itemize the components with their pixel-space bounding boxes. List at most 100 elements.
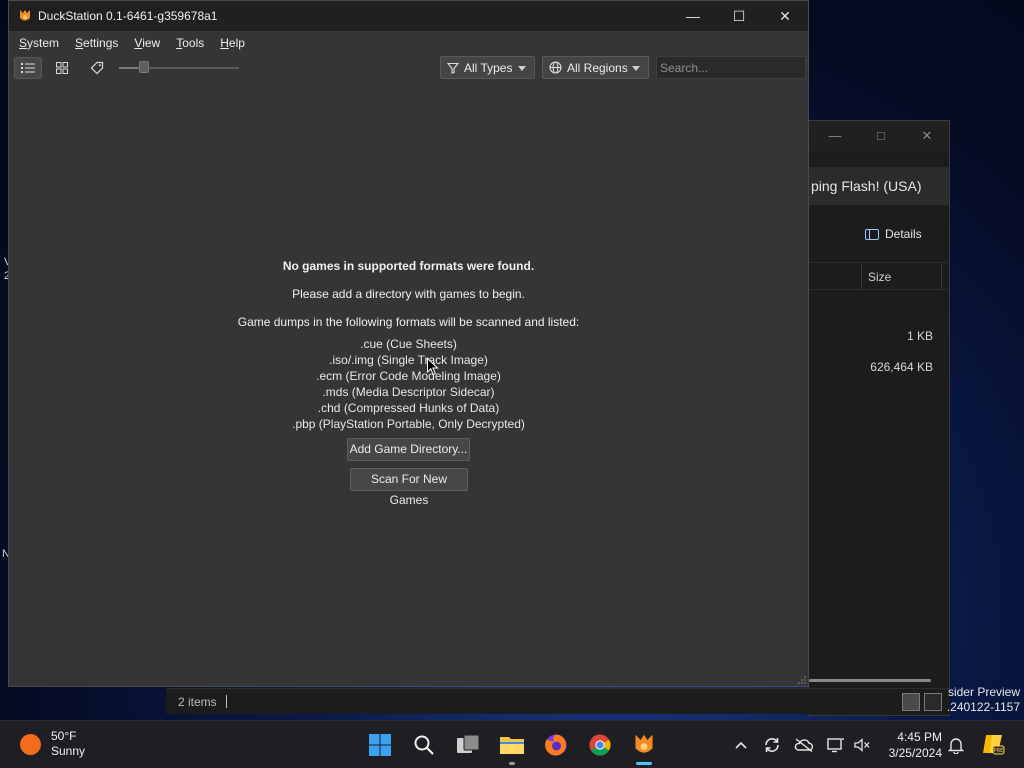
menu-settings[interactable]: Settings — [67, 36, 126, 50]
explorer-address-bar[interactable]: ping Flash! (USA) — [809, 167, 949, 205]
maximize-icon[interactable]: □ — [871, 127, 891, 145]
close-icon[interactable]: ✕ — [762, 1, 808, 31]
volume-tray-icon[interactable] — [852, 735, 872, 755]
details-view-icon[interactable] — [902, 693, 920, 711]
game-list-toolbar: All Types All Regions — [9, 55, 808, 83]
file-explorer-window: — □ ✕ ping Flash! (USA) Details Size 1 K… — [808, 120, 950, 716]
menu-bar: System Settings View Tools Help — [9, 31, 808, 55]
zoom-slider-handle[interactable] — [139, 61, 150, 73]
menu-help-mnemonic: H — [220, 36, 229, 50]
details-pane-icon — [865, 228, 879, 240]
resize-grip-icon[interactable] — [797, 675, 807, 685]
empty-state-heading: No games in supported formats were found… — [282, 259, 535, 273]
details-label: Details — [885, 227, 922, 241]
chevron-down-icon — [518, 66, 526, 71]
window-title: DuckStation 0.1-6461-g359678a1 — [38, 9, 218, 23]
game-list-empty-state: No games in supported formats were found… — [9, 83, 808, 686]
supported-formats-list: .cue (Cue Sheets) .iso/.img (Single Trac… — [9, 336, 808, 432]
type-filter-value: All Types — [464, 60, 513, 75]
empty-state-formats-intro: Game dumps in the following formats will… — [237, 315, 580, 329]
menu-tools[interactable]: Tools — [168, 36, 212, 50]
insider-watermark: sider Preview .240122-1157 — [947, 685, 1020, 715]
copilot-icon: PRE — [983, 735, 1005, 755]
scan-new-games-button[interactable]: Scan For New Games — [350, 468, 468, 507]
filter-icon — [447, 62, 459, 74]
file-explorer-taskbar-button[interactable] — [496, 729, 528, 765]
format-item: .pbp (PlayStation Portable, Only Decrypt… — [292, 417, 525, 431]
format-item: .ecm (Error Code Modeling Image) — [316, 369, 501, 383]
menu-tools-rest: ools — [182, 36, 205, 50]
speaker-muted-icon — [854, 738, 870, 752]
menu-view[interactable]: View — [126, 36, 168, 50]
column-header-row: Size — [809, 264, 949, 290]
list-view-icon — [21, 63, 35, 73]
clock-date: 3/25/2024 — [888, 746, 942, 760]
minimize-icon[interactable]: — — [670, 1, 716, 31]
menu-system-mnemonic: S — [19, 36, 28, 50]
file-size-cell: 1 KB — [906, 329, 933, 343]
bell-icon — [948, 738, 964, 754]
duckstation-titlebar[interactable]: DuckStation 0.1-6461-g359678a1 — ☐ ✕ — [9, 1, 808, 31]
sync-icon — [765, 738, 779, 752]
zoom-slider-fill — [119, 67, 140, 69]
column-header-size[interactable]: Size — [861, 264, 941, 290]
add-game-directory-button[interactable]: Add Game Directory... — [347, 438, 470, 461]
menu-view-rest: iew — [142, 36, 161, 50]
start-button[interactable] — [364, 729, 396, 761]
format-item: .mds (Media Descriptor Sidecar) — [322, 385, 495, 399]
chrome-icon — [589, 734, 611, 756]
weather-widget[interactable]: 50°F Sunny — [20, 729, 85, 759]
clock-time: 4:45 PM — [897, 730, 942, 744]
sync-tray-icon[interactable] — [762, 735, 782, 755]
system-clock[interactable]: 4:45 PM 3/25/2024 — [880, 729, 942, 761]
menu-help-rest: elp — [228, 36, 245, 50]
firefox-taskbar-button[interactable] — [540, 729, 572, 761]
list-view-button[interactable] — [14, 57, 42, 79]
grid-view-icon — [56, 62, 68, 74]
cloud-offline-icon — [794, 738, 814, 752]
search-icon — [414, 735, 434, 755]
windows-logo-icon — [369, 734, 391, 756]
menu-help[interactable]: Help — [212, 36, 253, 50]
menu-system[interactable]: System — [11, 36, 67, 50]
folder-icon — [500, 737, 524, 754]
explorer-status-bar: 2 items — [166, 688, 950, 714]
onedrive-tray-icon[interactable] — [794, 735, 814, 755]
network-tray-icon[interactable] — [826, 735, 846, 755]
horizontal-scrollbar[interactable] — [809, 679, 931, 682]
format-item: .cue (Cue Sheets) — [360, 337, 457, 351]
sun-icon — [20, 733, 41, 755]
status-separator — [226, 695, 227, 708]
search-input[interactable] — [656, 56, 806, 79]
chevron-down-icon — [632, 66, 640, 71]
column-divider — [941, 264, 942, 290]
maximize-icon[interactable]: ☐ — [716, 1, 762, 31]
show-titles-button[interactable] — [83, 57, 111, 79]
mouse-cursor-icon — [427, 358, 439, 376]
grid-view-button[interactable] — [48, 57, 76, 79]
taskbar-search-button[interactable] — [408, 729, 440, 761]
show-hidden-icons-button[interactable] — [731, 735, 751, 755]
duckstation-taskbar-button[interactable] — [628, 729, 660, 765]
tiles-view-icon[interactable] — [924, 693, 942, 711]
region-filter-value: All Regions — [567, 60, 628, 75]
explorer-command-bar: Details — [809, 209, 949, 263]
copilot-button[interactable]: PRE — [980, 731, 1006, 757]
task-view-button[interactable] — [452, 729, 484, 761]
chevron-up-icon — [735, 741, 747, 749]
insider-line1: sider Preview — [947, 685, 1020, 699]
chrome-taskbar-button[interactable] — [584, 729, 616, 761]
weather-temperature: 50°F — [51, 729, 77, 743]
close-icon[interactable]: ✕ — [917, 127, 937, 145]
notifications-button[interactable] — [946, 735, 966, 755]
type-filter-select[interactable]: All Types — [440, 56, 535, 79]
minimize-icon[interactable]: — — [825, 127, 845, 145]
network-monitor-icon — [827, 738, 844, 753]
format-item: .iso/.img (Single Track Image) — [329, 353, 488, 367]
taskbar: 50°F Sunny 4:45 PM 3/25/2024 PRE — [0, 720, 1024, 768]
file-size-cell: 626,464 KB — [870, 360, 933, 374]
svg-text:PRE: PRE — [994, 748, 1004, 754]
menu-settings-mnemonic: S — [75, 36, 84, 50]
region-filter-select[interactable]: All Regions — [542, 56, 649, 79]
details-pane-button[interactable]: Details — [865, 227, 922, 241]
